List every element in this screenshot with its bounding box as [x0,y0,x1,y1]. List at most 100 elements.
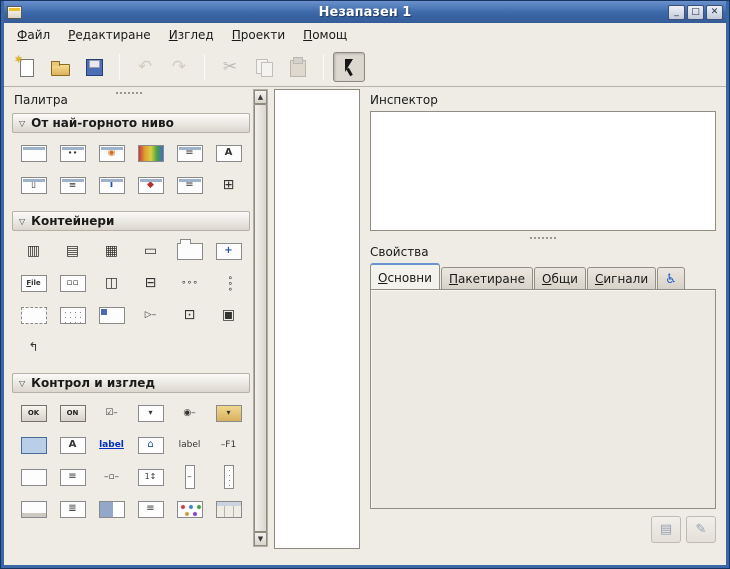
scroll-up-icon[interactable]: ▲ [254,90,267,104]
palette-item-list[interactable]: ≣ [53,494,92,524]
palette-item-menu[interactable]: ≡ [131,494,170,524]
minimize-button[interactable]: _ [668,5,685,20]
pane-resize-grip[interactable] [530,237,556,239]
palette-item-chooser-dialog[interactable]: ⊞ [209,170,248,200]
palette-item-accel-label[interactable]: A [53,430,92,460]
palette-item-color-selection-dialog[interactable] [131,138,170,168]
menu-projects[interactable]: Проекти [223,25,294,45]
close-button[interactable]: ✕ [706,5,723,20]
palette-item-spin-button[interactable]: 1↕ [131,462,170,492]
drawing-area-icon [21,469,47,486]
palette-item-icon-view[interactable] [170,494,209,524]
redo-button[interactable]: ↷ [163,52,195,82]
palette-item-combo-box[interactable]: ▾ [131,398,170,428]
palette-item-toggle-button[interactable]: ON [53,398,92,428]
palette-item-aspect-frame[interactable]: ▣ [209,300,248,330]
palette-item-vbox[interactable]: ▤ [53,236,92,266]
pane-resize-grip[interactable] [116,92,142,94]
titlebar[interactable]: Незапазен 1 _ □ ✕ [4,1,726,23]
cut-button[interactable]: ✂ [214,52,246,82]
menu-file[interactable]: Файл [8,25,59,45]
palette-item-statusbar[interactable] [14,494,53,524]
text-view-icon: ≡ [60,469,86,486]
palette-item-window[interactable] [14,138,53,168]
palette-item-menubar[interactable]: File [14,268,53,298]
tab-general[interactable]: Основни [370,263,440,290]
palette-item-tree-view[interactable] [209,494,248,524]
paste-button[interactable] [282,52,314,82]
palette-item-button[interactable]: OK [14,398,53,428]
palette-item-dialog[interactable]: ∙∙ [53,138,92,168]
palette-item-vscrollbar[interactable] [209,462,248,492]
palette-item-hbuttonbox[interactable]: ∘∘∘ [170,268,209,298]
tab-signals[interactable]: Сигнали [587,267,656,290]
select-button[interactable] [333,52,365,82]
palette-item-link-button[interactable]: label [92,430,131,460]
palette-item-handle-box[interactable] [92,300,131,330]
tab-common[interactable]: Общи [534,267,586,290]
palette-item-input-dialog[interactable]: ▯ [14,170,53,200]
palette-item-file-selection[interactable]: ≣ [53,170,92,200]
palette-item-font-selection-dialog[interactable]: A [209,138,248,168]
palette-item-label[interactable]: label [170,430,209,460]
palette-item-toolbar[interactable]: ▫▫ [53,268,92,298]
palette-item-drawing-area[interactable] [14,462,53,492]
doc-button[interactable]: ▤ [651,516,681,543]
progress-bar-icon [99,501,125,518]
menu-view[interactable]: Изглед [160,25,223,45]
palette-item-radio-button[interactable]: ◉– [170,398,209,428]
scrolled-window-icon: + [216,243,242,260]
palette-item-image[interactable]: ⌂ [131,430,170,460]
palette-item-vbuttonbox[interactable]: ∘∘∘ [209,268,248,298]
palette-item-file-chooser-button[interactable]: ▾ [209,398,248,428]
menu-help[interactable]: Помощ [294,25,356,45]
palette-item-message-dialog[interactable]: ◉ [92,138,131,168]
palette-item-table[interactable]: ▦ [92,236,131,266]
scrollbar-thumb[interactable] [254,104,267,532]
palette-item-check-button[interactable]: ☑– [92,398,131,428]
open-button[interactable] [44,52,76,82]
palette-item-file-chooser-dialog[interactable]: ≡ [170,138,209,168]
palette-item-hpaned[interactable]: ◫ [92,268,131,298]
palette-item-arrow[interactable]: ▷– [131,300,170,330]
palette-item-viewport[interactable]: ⊡ [170,300,209,330]
maximize-button[interactable]: □ [687,5,704,20]
palette-item-hscale[interactable]: –▫– [92,462,131,492]
palette-item-entry[interactable] [14,430,53,460]
palette-scrollbar[interactable]: ▲ ▼ [253,89,268,547]
palette-item-accelerator[interactable]: –F1 [209,430,248,460]
select-icon [338,56,360,78]
section-label: Контрол и изглед [31,376,155,390]
palette-item-frame[interactable]: ▭ [131,236,170,266]
scroll-down-icon[interactable]: ▼ [254,532,267,546]
palette-item-assistant[interactable]: ◆ [131,170,170,200]
palette-item-expander[interactable]: ↰ [14,332,53,362]
copy-button[interactable] [248,52,280,82]
save-button[interactable] [78,52,110,82]
tab-accessibility[interactable]: ♿ [657,267,685,290]
new-button[interactable] [10,52,42,82]
menu-edit[interactable]: Редактиране [59,25,160,45]
inspector-tree[interactable] [370,111,716,231]
palette-item-notebook[interactable] [170,236,209,266]
palette-item-vscale[interactable]: – [170,462,209,492]
palette-item-recent-chooser-dialog[interactable]: ≡ [170,170,209,200]
palette-item-vpaned[interactable]: ⊟ [131,268,170,298]
undo-button[interactable]: ↶ [129,52,161,82]
palette-item-layout[interactable] [53,300,92,330]
palette-item-text-view[interactable]: ≡ [53,462,92,492]
palette-section-controls[interactable]: ▽ Контрол и изглед [12,373,250,393]
palette-section-containers[interactable]: ▽ Контейнери [12,211,250,231]
palette-section-toplevel[interactable]: ▽ От най-горното ниво [12,113,250,133]
save-icon [83,56,105,78]
palette-item-hbox[interactable]: ▥ [14,236,53,266]
layout-icon [60,307,86,324]
redo-icon: ↷ [168,56,190,78]
palette-item-scrolled-window[interactable]: + [209,236,248,266]
palette-item-fixed[interactable] [14,300,53,330]
tab-packing[interactable]: Пакетиране [441,267,533,290]
palette-item-about-dialog[interactable]: i [92,170,131,200]
palette-item-progress-bar[interactable] [92,494,131,524]
file-selection-icon: ≣ [60,177,86,194]
edit-button[interactable]: ✎ [686,516,716,543]
